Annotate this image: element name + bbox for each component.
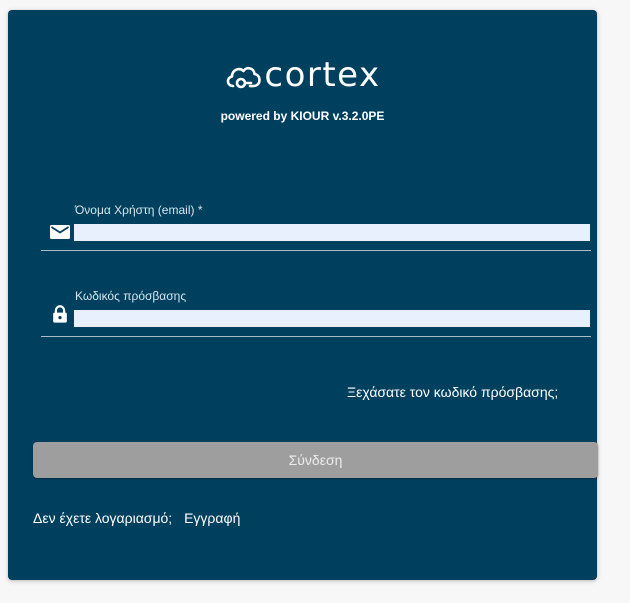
cloud-icon — [227, 66, 262, 89]
login-card: cortex powered by KIOUR v.3.2.0PE Όνομα … — [8, 10, 598, 580]
cortex-logo: cortex — [8, 58, 597, 92]
envelope-icon — [50, 225, 70, 239]
email-underline — [41, 250, 591, 251]
no-account-text: Δεν έχετε λογαριασμό; — [33, 510, 173, 526]
password-label: Κωδικός πρόσβασης — [75, 289, 187, 303]
brand-name: cortex — [264, 55, 381, 95]
email-field-group: Όνομα Χρήστη (email) * — [41, 200, 591, 252]
email-label: Όνομα Χρήστη (email) * — [75, 203, 203, 217]
password-input[interactable] — [74, 310, 590, 327]
forgot-password-link[interactable]: Ξεχάσατε τον κωδικό πρόσβασης; — [347, 384, 558, 400]
password-underline — [41, 336, 591, 337]
register-row: Δεν έχετε λογαριασμό; Εγγραφή — [33, 510, 240, 526]
lock-icon — [53, 305, 67, 323]
email-input[interactable] — [74, 224, 590, 241]
register-link[interactable]: Εγγραφή — [184, 510, 240, 526]
powered-by-text: powered by KIOUR v.3.2.0PE — [220, 109, 385, 123]
password-field-group: Κωδικός πρόσβασης — [41, 286, 591, 338]
login-button[interactable]: Σύνδεση — [33, 442, 598, 478]
